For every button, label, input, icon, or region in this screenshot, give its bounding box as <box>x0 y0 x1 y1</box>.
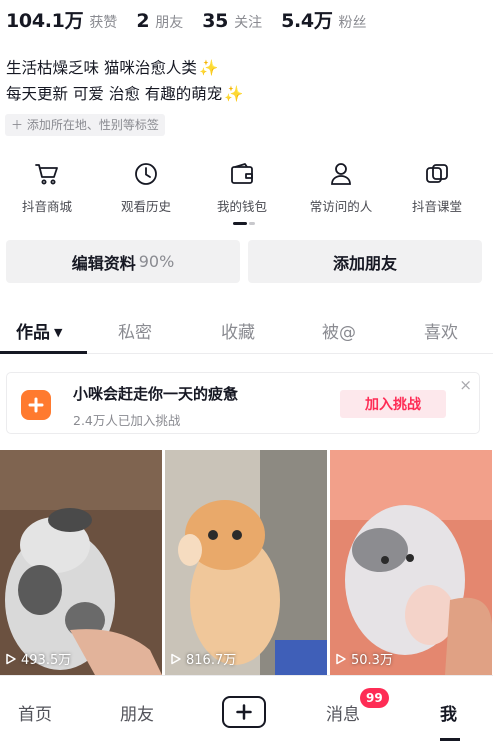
wallet-icon <box>228 160 256 188</box>
challenge-plus-icon <box>21 390 51 420</box>
sparkle-icon: ✨ <box>224 85 244 103</box>
content-tabs: 作品 ▼ 私密 收藏 被@ 喜欢 <box>0 304 493 354</box>
stat-friends-value: 2 <box>136 10 150 32</box>
profile-stats: 104.1万 获赞 2 朋友 35 关注 5.4万 粉丝 <box>6 6 386 34</box>
play-count-value: 50.3万 <box>351 653 393 668</box>
sparkle-icon: ✨ <box>198 59 219 77</box>
bio-line-2-text: 每天更新 可爱 治愈 有趣的萌宠 <box>6 85 223 103</box>
play-icon <box>171 653 181 664</box>
join-challenge-button[interactable]: 加入挑战 <box>340 390 446 418</box>
cat-photo-1 <box>0 450 162 675</box>
video-thumbnail[interactable]: 816.7万 <box>165 450 327 675</box>
tool-frequent-visitors[interactable]: 常访问的人 <box>296 160 386 215</box>
challenge-banner[interactable]: 小咪会赶走你一天的疲惫 2.4万人已加入挑战 加入挑战 × <box>6 372 480 434</box>
cat-photo-2 <box>165 450 327 675</box>
nav-messages[interactable]: 消息 <box>326 700 360 725</box>
play-icon <box>6 653 16 664</box>
tools-page-indicator <box>249 222 255 225</box>
challenge-participants: 2.4万人已加入挑战 <box>73 413 181 428</box>
plus-icon <box>236 704 252 720</box>
play-count: 50.3万 <box>335 649 393 668</box>
stat-likes-value: 104.1万 <box>6 10 84 32</box>
create-button[interactable] <box>222 696 266 728</box>
add-friend-button[interactable]: 添加朋友 <box>248 240 482 283</box>
tool-history-label: 观看历史 <box>120 199 171 214</box>
challenge-title: 小咪会赶走你一天的疲惫 <box>73 385 239 403</box>
stat-following-label: 关注 <box>234 15 263 31</box>
close-icon[interactable]: × <box>459 376 472 394</box>
tool-classroom[interactable]: 抖音课堂 <box>392 160 482 215</box>
caret-down-icon: ▼ <box>54 326 63 339</box>
tool-wallet-label: 我的钱包 <box>216 199 267 214</box>
profile-bio: 生活枯燥乏味 猫咪治愈人类 ✨ 每天更新 可爱 治愈 有趣的萌宠 ✨ <box>6 55 244 107</box>
stat-followers-value: 5.4万 <box>281 10 333 32</box>
tool-mall-label: 抖音商城 <box>21 199 72 214</box>
bio-line-1-text: 生活枯燥乏味 猫咪治愈人类 <box>6 59 197 77</box>
edit-profile-button[interactable]: 编辑资料 90% <box>6 240 240 283</box>
play-count-value: 493.5万 <box>21 653 72 668</box>
messages-badge: 99 <box>360 688 389 708</box>
tab-works[interactable]: 作品 ▼ <box>16 318 62 343</box>
profile-completion-percent: 90% <box>138 252 175 271</box>
active-tab-underline <box>0 351 87 354</box>
clock-icon <box>132 160 160 188</box>
tab-favorites[interactable]: 收藏 <box>221 318 255 343</box>
tools-page-indicator-active <box>233 222 247 225</box>
stat-following-value: 35 <box>202 10 229 32</box>
tool-history[interactable]: 观看历史 <box>101 160 191 215</box>
cat-photo-3 <box>330 450 492 675</box>
edit-profile-label: 编辑资料 <box>71 253 136 273</box>
quick-tools: 抖音商城 观看历史 我的钱包 常访问的人 抖音课堂 <box>0 160 493 230</box>
stat-followers[interactable]: 5.4万 粉丝 <box>281 6 366 33</box>
tab-works-label: 作品 <box>16 323 50 343</box>
stat-following[interactable]: 35 关注 <box>202 10 262 32</box>
play-count-value: 816.7万 <box>186 653 237 668</box>
nav-me[interactable]: 我 <box>440 700 457 725</box>
stat-likes-label: 获赞 <box>89 15 118 31</box>
tool-frequent-visitors-label: 常访问的人 <box>309 199 373 214</box>
play-icon <box>336 653 346 664</box>
bio-line-2: 每天更新 可爱 治愈 有趣的萌宠 ✨ <box>6 81 244 107</box>
add-tags-button[interactable]: ＋ 添加所在地、性别等标签 <box>5 114 165 136</box>
nav-active-underline <box>440 738 460 741</box>
play-count: 493.5万 <box>5 649 71 668</box>
nav-friends[interactable]: 朋友 <box>120 700 154 725</box>
stat-followers-label: 粉丝 <box>338 15 367 31</box>
stat-likes[interactable]: 104.1万 获赞 <box>6 6 117 33</box>
stat-friends-label: 朋友 <box>155 15 184 31</box>
tool-classroom-label: 抖音课堂 <box>411 199 462 214</box>
tab-likes[interactable]: 喜欢 <box>424 318 458 343</box>
stat-friends[interactable]: 2 朋友 <box>136 10 183 32</box>
cart-icon <box>33 160 61 188</box>
tab-mentions[interactable]: 被@ <box>322 318 356 343</box>
bio-line-1: 生活枯燥乏味 猫咪治愈人类 ✨ <box>6 55 244 81</box>
nav-home[interactable]: 首页 <box>18 700 52 725</box>
person-icon <box>327 160 355 188</box>
play-count: 816.7万 <box>170 649 236 668</box>
video-grid: 493.5万 816.7万 50.3万 <box>0 450 493 675</box>
bottom-nav: 首页 朋友 消息 99 我 <box>0 675 493 753</box>
tool-wallet[interactable]: 我的钱包 <box>197 160 287 215</box>
tab-private[interactable]: 私密 <box>118 318 152 343</box>
video-thumbnail[interactable]: 50.3万 <box>330 450 492 675</box>
classroom-icon <box>423 160 451 188</box>
video-thumbnail[interactable]: 493.5万 <box>0 450 162 675</box>
tool-mall[interactable]: 抖音商城 <box>2 160 92 215</box>
